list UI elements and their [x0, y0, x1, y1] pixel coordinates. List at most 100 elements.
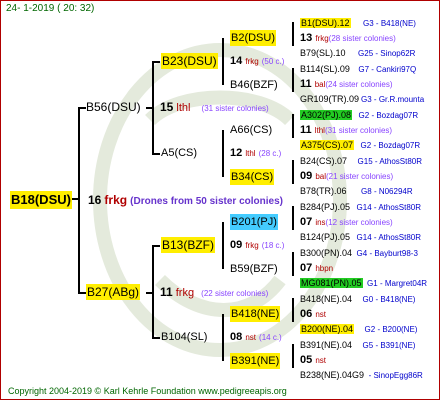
g4-row-13-id: B418(NE).04: [300, 294, 353, 304]
g4-row-9-id: B284(PJ).05: [300, 202, 351, 212]
bracket-g3-1: [222, 38, 224, 85]
g2-c-word: frkg: [245, 241, 259, 250]
g1-top-note: (31 sister colonies): [201, 104, 269, 113]
g3-drones-6-word: hbpn: [315, 264, 334, 273]
g3-queen-7[interactable]: B418(NE): [230, 306, 281, 322]
g2-b-word: lthl: [245, 149, 256, 158]
g3-drones-3-word: lthl: [314, 126, 325, 135]
g2-b-drones: 12 lthl (28 c.): [230, 145, 281, 162]
g4-row-13: B418(NE).04 G0 - B418(NE): [300, 291, 415, 308]
g4-row-10-ref: G14 - AthosSt80R: [356, 233, 422, 242]
g2-a-queen[interactable]: B23(DSU): [161, 53, 218, 69]
g3-drones-3-note: (31 sister colonies): [324, 126, 393, 135]
g1-bot-note: (22 sister colonies): [201, 289, 269, 298]
g3-queen-5[interactable]: B201(PJ): [230, 214, 278, 230]
g4-row-6-ref: G2 - Bozdag07R: [360, 141, 421, 150]
date-stamp: 24- 1-2019 ( 20: 32): [6, 3, 95, 14]
g2-c-num: 09: [230, 239, 243, 251]
g4-row-16: B238(NE).04G9 - SinopEgg86R: [300, 367, 423, 384]
g4-row-16-ref: - SinopEgg86R: [368, 371, 423, 380]
g3-drones-7-word: nst: [315, 310, 326, 319]
g4-row-11: B300(PN).04 G4 - Bayburt98-3: [300, 245, 418, 262]
g2-a-word: frkg: [245, 57, 259, 66]
g4-row-4-id: GR109(TR).09: [300, 94, 360, 104]
g4-row-1-id: B1(DSU).12: [300, 18, 351, 28]
g4-row-7: B24(CS).07 G15 - AthosSt80R: [300, 153, 422, 170]
g4-row-1: B1(DSU).12 G3 - B418(NE): [300, 15, 416, 32]
bracket-g3-2: [222, 130, 224, 177]
g3-drones-5-word: ins: [315, 218, 326, 227]
bracket-g4-6: [292, 252, 294, 276]
g4-row-5-id: A302(PJ).08: [300, 110, 353, 120]
g3-queen-8[interactable]: B391(NE): [230, 353, 281, 369]
g2-b-note: (28 c.): [258, 149, 282, 158]
g4-row-6-id: A375(CS).07: [300, 140, 355, 150]
bracket-gen1: [78, 107, 80, 293]
g1-bot-drones: 11 frkg (22 sister colonies): [160, 284, 268, 302]
bracket-g2-bot-stem: [146, 292, 154, 294]
g4-row-5-ref: G2 - Bozdag07R: [358, 111, 419, 120]
g4-row-15-id: B391(NE).04: [300, 340, 353, 350]
bracket-g4-1: [292, 22, 294, 46]
g4-row-7-id: B24(CS).07: [300, 156, 348, 166]
g3-queen-3[interactable]: A66(CS): [230, 122, 272, 138]
g4-row-4: GR109(TR).09 G3 - Gr.R.mounta: [300, 91, 424, 108]
g3-drones-8-num: 05: [300, 354, 313, 366]
g4-row-3-ref: G7 - Cankiri97Q: [358, 65, 417, 74]
g4-row-10-id: B124(PJ).05: [300, 232, 351, 242]
g4-row-2-id: B79(SL).10: [300, 48, 346, 58]
g3-drones-3-num: 11: [300, 124, 312, 136]
g2-a-note: (50 c.): [261, 57, 285, 66]
g2-b-queen[interactable]: A5(CS): [161, 145, 197, 161]
bracket-gen1-top: [78, 107, 86, 109]
g4-row-5: A302(PJ).08 G2 - Bozdag07R: [300, 107, 418, 124]
g1-top-num: 15: [160, 100, 174, 114]
g3-drones-4-word: bal: [315, 172, 326, 181]
g4-row-11-ref: G4 - Bayburt98-3: [356, 249, 418, 258]
g4-row-8: B78(TR).06 G8 - N06294R: [300, 183, 413, 200]
g4-row-2: B79(SL).10 G25 - Sinop62R: [300, 45, 415, 62]
g2-d-queen[interactable]: B104(SL): [161, 329, 207, 345]
g4-row-3-id: B114(SL).09: [300, 64, 350, 74]
g3-drones-2-note: (24 sister colonies): [325, 80, 393, 89]
g1-top-drones: 15 lthl (31 sister colonies): [160, 99, 269, 117]
g2-d-num: 08: [230, 331, 243, 343]
root-num: 16: [88, 193, 102, 207]
g1-bot-queen[interactable]: B27(ABg): [86, 284, 141, 300]
g3-drones-1-word: frkg: [315, 34, 329, 43]
root-word: frkg: [104, 193, 128, 207]
g2-a-drones: 14 frkg (50 c.): [230, 53, 284, 70]
g3-drones-4-num: 09: [300, 170, 313, 182]
g4-row-12-id: MG081(PN).05: [300, 278, 363, 288]
g4-row-14-id: B200(NE).04: [300, 324, 355, 334]
g2-b-num: 12: [230, 147, 243, 159]
g4-row-1-ref: G3 - B418(NE): [363, 19, 416, 28]
g4-row-9: B284(PJ).05 G14 - AthosSt80R: [300, 199, 421, 216]
g3-queen-6[interactable]: B59(BZF): [230, 261, 278, 277]
bracket-g3-4: [222, 314, 224, 361]
g4-row-8-ref: G8 - N06294R: [361, 187, 413, 196]
g3-drones-1-note: (28 sister colonies): [328, 34, 396, 43]
g4-row-11-id: B300(PN).04: [300, 248, 353, 258]
g4-row-9-ref: G14 - AthosSt80R: [356, 203, 422, 212]
g3-drones-6-num: 07: [300, 262, 313, 274]
g4-row-10: B124(PJ).05 G14 - AthosSt80R: [300, 229, 421, 246]
bracket-gen1-bot: [78, 292, 86, 294]
g4-row-7-ref: G15 - AthosSt80R: [357, 157, 423, 166]
g3-queen-1[interactable]: B2(DSU): [230, 30, 277, 46]
g4-row-13-ref: G0 - B418(NE): [362, 295, 416, 304]
g1-bot-num: 11: [160, 285, 173, 299]
g4-row-6: A375(CS).07 G2 - Bozdag07R: [300, 137, 420, 154]
bracket-g2-bot-c: [152, 245, 160, 247]
g4-row-14: B200(NE).04 G2 - B200(NE): [300, 321, 417, 338]
g3-drones-2-word: bal: [314, 80, 326, 89]
g3-drones-5-num: 07: [300, 216, 313, 228]
g4-row-15-ref: G5 - B391(NE): [362, 341, 416, 350]
g4-row-2-ref: G25 - Sinop62R: [358, 49, 416, 58]
root-queen[interactable]: B18(DSU): [10, 191, 72, 209]
g1-top-queen[interactable]: B56(DSU): [86, 99, 141, 115]
g2-c-queen[interactable]: B13(BZF): [161, 237, 216, 253]
g2-a-num: 14: [230, 55, 243, 67]
g3-queen-4[interactable]: B34(CS): [230, 169, 275, 185]
g3-queen-2[interactable]: B46(BZF): [230, 77, 278, 93]
